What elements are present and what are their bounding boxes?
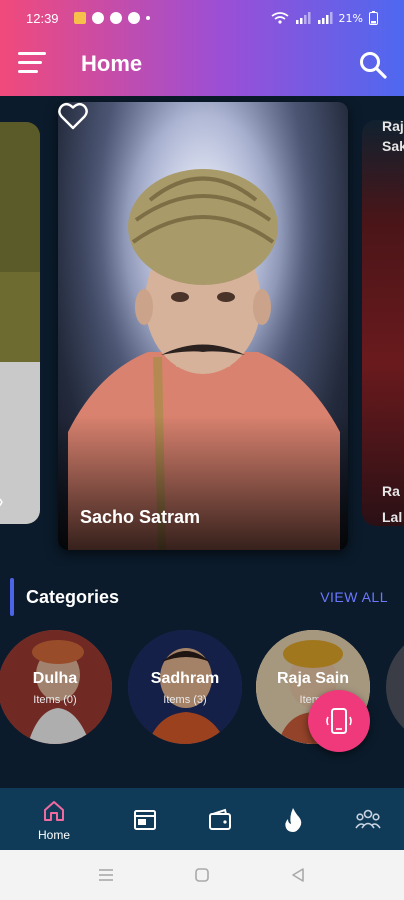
notification-icons <box>74 12 150 24</box>
film-icon <box>134 810 156 830</box>
page-title: Home <box>81 51 143 76</box>
category-count: Items (3) <box>163 694 207 706</box>
phone-icon <box>326 708 352 734</box>
heart-outline-icon[interactable] <box>58 102 88 130</box>
nav-item-trending[interactable] <box>253 788 333 850</box>
messenger-icon <box>128 12 140 24</box>
status-right: 21% <box>271 11 378 25</box>
telegram-icon <box>110 12 122 24</box>
wifi-icon <box>271 12 289 24</box>
system-navigation-bar <box>0 850 404 900</box>
app-bar: Home <box>0 38 404 96</box>
categories-header: Categories VIEW ALL <box>0 578 404 618</box>
whatsapp-icon <box>92 12 104 24</box>
more-notifications-dot <box>146 16 150 20</box>
status-time: 12:39 <box>26 11 59 26</box>
recent-apps-icon[interactable] <box>98 868 114 882</box>
section-title: Categories <box>26 587 120 607</box>
next-card-bottom-label: Ra Lal <box>382 483 403 525</box>
nav-label-home: Home <box>37 828 70 842</box>
back-icon[interactable] <box>290 867 306 883</box>
featured-card[interactable]: Sacho Satram <box>58 102 348 550</box>
floating-action-button[interactable] <box>308 690 370 752</box>
status-bar: 12:39 21% <box>0 0 404 38</box>
top-header: 12:39 21% Home <box>0 0 404 96</box>
nav-item-wallet[interactable] <box>180 788 260 850</box>
featured-portrait-image <box>58 102 348 550</box>
featured-carousel[interactable]: Sacho Satram Raj Sak Ra Lal <box>0 96 404 566</box>
search-icon[interactable] <box>358 50 388 80</box>
category-item-sadhram[interactable]: Sadhram Items (3) <box>128 630 242 744</box>
battery-icon <box>369 11 378 25</box>
category-item-dulha[interactable]: Dulha Items (0) <box>0 630 112 744</box>
notification-app-icon <box>74 12 86 24</box>
fire-icon <box>285 808 302 832</box>
bottom-navigation: Home <box>0 788 404 850</box>
view-all-link[interactable]: VIEW ALL <box>320 589 388 605</box>
category-item-next[interactable] <box>386 630 404 744</box>
section-accent-bar <box>10 578 14 616</box>
nav-item-home[interactable]: Home <box>14 788 94 850</box>
signal-icon-2 <box>317 12 333 24</box>
nav-item-videos[interactable] <box>105 788 185 850</box>
battery-percent: 21% <box>338 11 363 25</box>
carousel-card-previous[interactable] <box>0 122 40 524</box>
signal-icon-1 <box>295 12 311 24</box>
nav-item-community[interactable] <box>328 788 404 850</box>
category-name: Sadhram <box>150 670 220 687</box>
previous-card-image <box>0 122 40 524</box>
category-name: Raja Sain <box>276 670 350 687</box>
home-circle-icon[interactable] <box>194 867 210 883</box>
group-icon <box>355 809 381 829</box>
wallet-icon <box>209 808 231 830</box>
next-card-top-label: Raj Sak <box>382 120 404 154</box>
hamburger-menu-icon[interactable] <box>18 52 48 80</box>
category-name: Dulha <box>32 670 78 687</box>
featured-title: Sacho Satram <box>80 507 201 527</box>
home-icon <box>44 801 64 821</box>
category-count: Items (0) <box>33 694 77 706</box>
carousel-card-next[interactable]: Raj Sak Ra Lal <box>362 120 404 526</box>
